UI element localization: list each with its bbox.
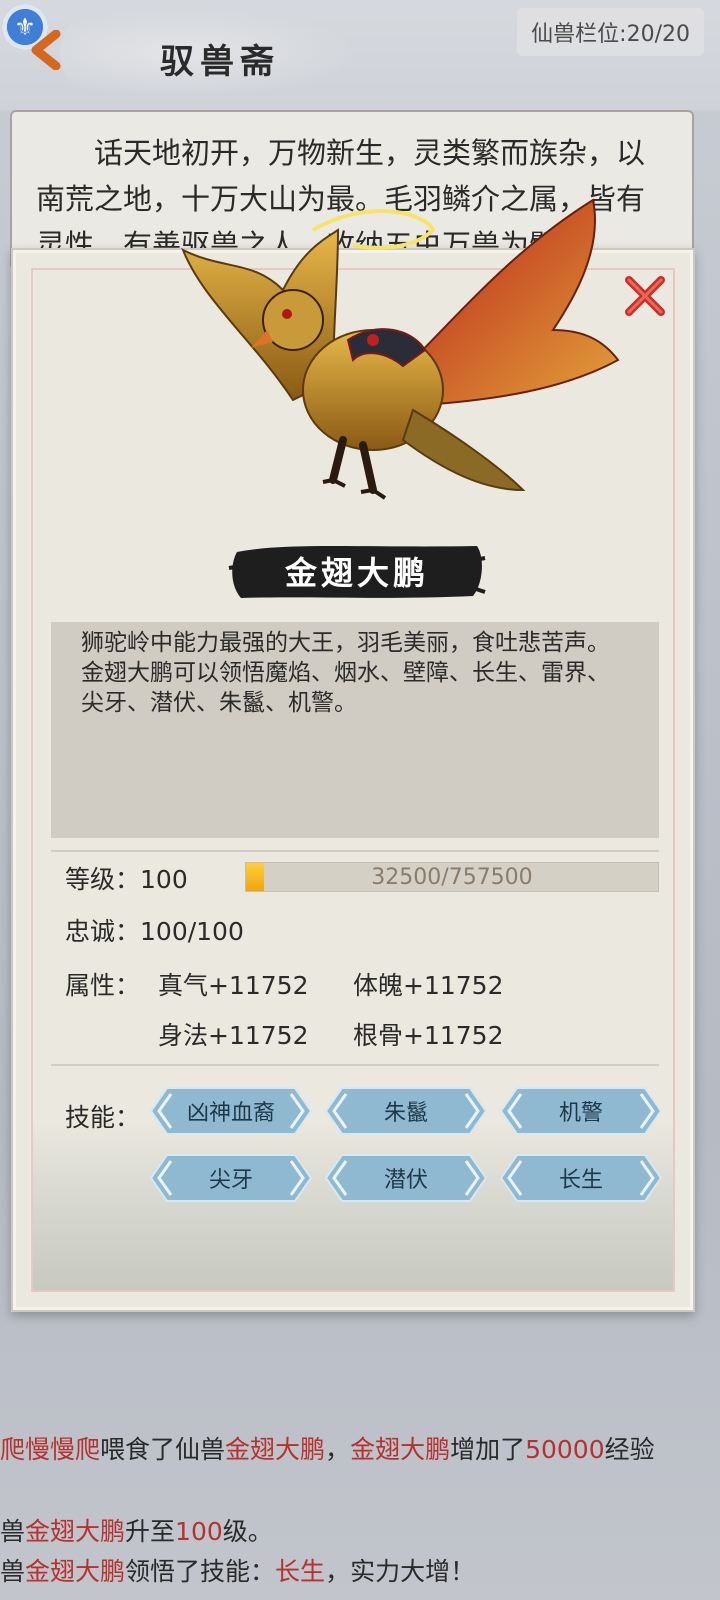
loyalty-value: 100/100 bbox=[140, 917, 244, 946]
loyalty-label: 忠诚： bbox=[65, 917, 141, 946]
log-beast-name: 金翅大鹏 bbox=[350, 1435, 451, 1464]
skill-button[interactable]: 尖牙 bbox=[149, 1153, 313, 1203]
skill-name: 长生 bbox=[558, 1168, 603, 1193]
level-row: 等级：100 bbox=[65, 860, 188, 896]
landscape-background bbox=[33, 1120, 673, 1290]
divider bbox=[51, 850, 659, 852]
skill-button[interactable]: 机警 bbox=[499, 1086, 663, 1136]
page-title-plate: 驭兽斋 bbox=[110, 30, 330, 86]
log-text: 领悟了技能： bbox=[125, 1557, 276, 1586]
log-beast-name: 金翅大鹏 bbox=[25, 1517, 126, 1546]
golden-roc-illustration bbox=[181, 198, 620, 500]
log-text: 兽 bbox=[0, 1517, 26, 1546]
skill-button[interactable]: 朱鬣 bbox=[324, 1086, 488, 1136]
attribute-physique: 体魄+11752 bbox=[353, 971, 504, 1000]
log-text: 级。 bbox=[222, 1517, 273, 1546]
description-line-2: 金翅大鹏可以领悟魔焰、烟水、壁障、长生、雷界、尖牙、潜伏、朱鬣、机警。 bbox=[81, 660, 610, 716]
log-text: 升至 bbox=[125, 1517, 176, 1546]
beast-description: 狮驼岭中能力最强的大王，羽毛美丽，食吐悲苦声。 金翅大鹏可以领悟魔焰、烟水、壁障… bbox=[51, 622, 659, 838]
log-level: 100 bbox=[175, 1517, 223, 1546]
skill-button[interactable]: 潜伏 bbox=[324, 1153, 488, 1203]
skill-name: 机警 bbox=[558, 1101, 603, 1126]
log-text: 兽 bbox=[0, 1557, 26, 1586]
log-text: ，实力大增！ bbox=[325, 1557, 476, 1586]
back-button[interactable]: ⚜ bbox=[0, 0, 61, 70]
log-player-name: 爬慢慢爬 bbox=[0, 1435, 101, 1464]
attribute-qi: 真气+11752 bbox=[158, 971, 309, 1000]
log-text: ， bbox=[325, 1435, 351, 1464]
level-value: 100 bbox=[140, 865, 188, 894]
exp-progress-bar: 32500/757500 bbox=[245, 862, 659, 892]
log-text: 喂食了仙兽 bbox=[100, 1435, 226, 1464]
description-line-1: 狮驼岭中能力最强的大王，羽毛美丽，食吐悲苦声。 bbox=[81, 630, 610, 656]
log-skill-name: 长生 bbox=[275, 1557, 326, 1586]
loyalty-row: 忠诚：100/100 bbox=[65, 912, 244, 948]
log-beast-name: 金翅大鹏 bbox=[225, 1435, 326, 1464]
log-line-skill: 兽金翅大鹏领悟了技能：长生，实力大增！ bbox=[0, 1552, 720, 1588]
skill-name: 朱鬣 bbox=[383, 1101, 428, 1126]
log-line-feed: 爬慢慢爬喂食了仙兽金翅大鹏，金翅大鹏增加了50000经验 bbox=[0, 1430, 720, 1466]
log-line-levelup: 兽金翅大鹏升至100级。 bbox=[0, 1512, 720, 1548]
skill-name: 潜伏 bbox=[383, 1168, 428, 1193]
attribute-agility: 身法+11752 bbox=[158, 1021, 309, 1050]
log-text: 增加了 bbox=[450, 1435, 526, 1464]
close-icon[interactable] bbox=[621, 272, 669, 320]
skills-label: 技能： bbox=[65, 1103, 141, 1132]
skill-name: 尖牙 bbox=[208, 1168, 253, 1193]
skill-button[interactable]: 凶神血裔 bbox=[149, 1086, 313, 1136]
beast-slots-counter: 仙兽栏位:20/20 bbox=[517, 8, 704, 56]
attributes-label: 属性： bbox=[65, 971, 141, 1000]
skill-button[interactable]: 长生 bbox=[499, 1153, 663, 1203]
exp-progress-text: 32500/757500 bbox=[371, 864, 533, 890]
skill-name: 凶神血裔 bbox=[186, 1101, 275, 1126]
attribute-bone: 根骨+11752 bbox=[353, 1021, 504, 1050]
beast-detail-modal: 金翅大鹏 狮驼岭中能力最强的大王，羽毛美丽，食吐悲苦声。 金翅大鹏可以领悟魔焰、… bbox=[11, 198, 695, 1312]
log-beast-name: 金翅大鹏 bbox=[25, 1557, 126, 1586]
log-text: 经验 bbox=[604, 1435, 655, 1464]
beast-name-banner: 金翅大鹏 bbox=[227, 538, 487, 604]
divider bbox=[51, 1064, 659, 1066]
back-arrow-icon bbox=[31, 30, 61, 70]
log-exp-amount: 50000 bbox=[525, 1435, 605, 1464]
level-label: 等级： bbox=[65, 865, 141, 894]
beast-name: 金翅大鹏 bbox=[284, 554, 429, 592]
page-title: 驭兽斋 bbox=[160, 41, 280, 82]
